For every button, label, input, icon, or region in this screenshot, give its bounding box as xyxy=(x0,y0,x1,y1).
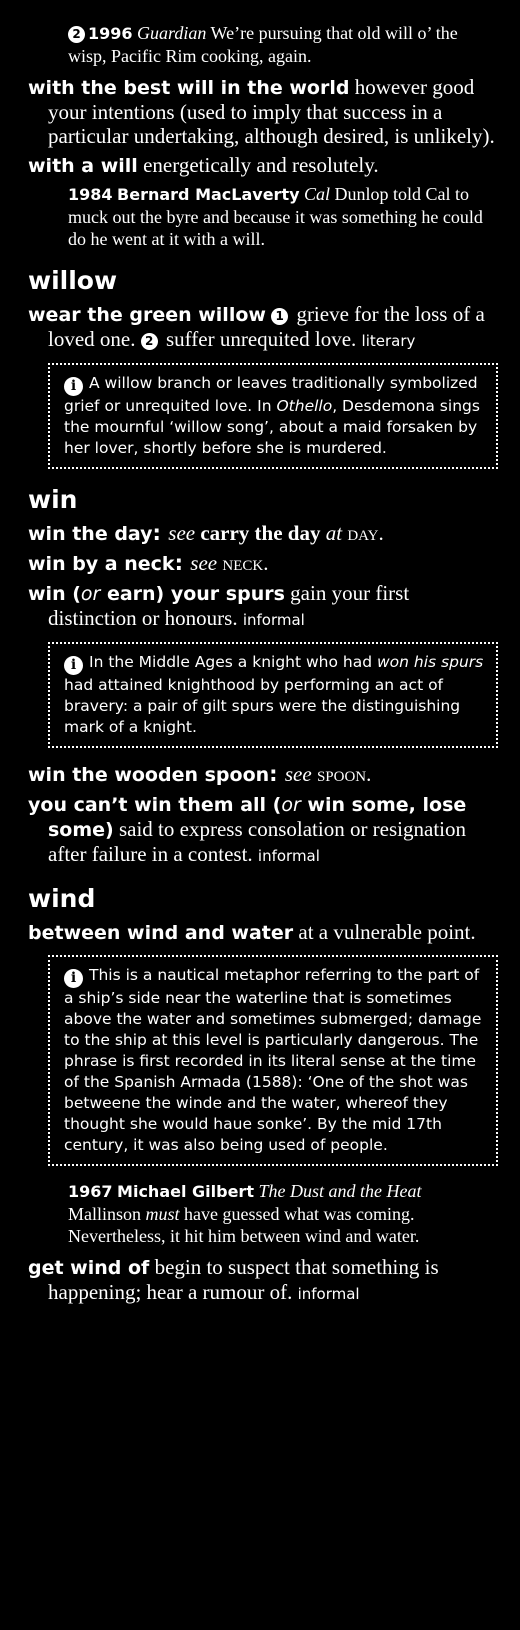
quote-source-title: Cal xyxy=(304,184,331,204)
register-label: informal xyxy=(257,847,320,865)
info-icon: i xyxy=(64,377,83,396)
idiom-entry: win by a neck: see neck. xyxy=(28,551,269,575)
info-icon: i xyxy=(64,969,83,988)
idiom-phrase: wear the green willow xyxy=(28,304,266,326)
idiom-phrase: with the best will in the world xyxy=(28,77,350,99)
idiom-phrase: win (or earn) your spurs xyxy=(28,583,285,605)
see-label: see xyxy=(284,762,312,786)
quotation: 1984 Bernard MacLaverty Cal Dunlop told … xyxy=(68,183,498,250)
info-box: i In the Middle Ages a knight who had won… xyxy=(48,642,498,748)
quote-text: Mallinson xyxy=(68,1204,146,1224)
cross-reference-link[interactable]: neck xyxy=(222,551,263,575)
sense-number-icon: 1 xyxy=(271,308,289,325)
quote-author: Bernard MacLaverty xyxy=(117,185,300,204)
quote-source-title: The Dust and the Heat xyxy=(258,1181,422,1201)
idiom-entry: with the best will in the world however … xyxy=(28,75,498,148)
info-text: had attained knighthood by performing an… xyxy=(64,676,461,736)
quote-year: 1967 xyxy=(68,1182,113,1201)
quote-year: 1984 xyxy=(68,185,113,204)
idiom-phrase: between wind and water xyxy=(28,922,294,944)
sense-number-icon: 2 xyxy=(140,333,158,350)
idiom-entry: you can’t win them all (or win some, los… xyxy=(28,792,498,868)
idiom-entry: get wind of begin to suspect that someth… xyxy=(28,1255,498,1306)
idiom-entry: win the wooden spoon: see spoon. xyxy=(28,762,372,786)
quote-text-italic: must xyxy=(145,1204,180,1224)
dictionary-page: 2 1996 Guardian We’re pursuing that old w… xyxy=(0,0,520,1630)
info-text: This is a nautical metaphor referring to… xyxy=(64,966,482,1154)
idiom-entry: wear the green willow 1 grieve for the l… xyxy=(28,302,498,353)
info-icon: i xyxy=(64,656,83,675)
info-box: iA willow branch or leaves traditionally… xyxy=(48,363,498,469)
idiom-phrase: with a will xyxy=(28,155,138,177)
info-text-italic: won his spurs xyxy=(377,653,484,671)
cross-reference-link[interactable]: spoon xyxy=(317,762,366,786)
idiom-definition: energetically and resolutely. xyxy=(137,153,379,177)
idiom-entry: with a will energetically and resolutely… xyxy=(28,153,498,178)
quote-author: Michael Gilbert xyxy=(117,1182,254,1201)
idiom-phrase: win the wooden spoon xyxy=(28,764,270,786)
register-label: literary xyxy=(361,332,416,350)
idiom-definition: at a vulnerable point. xyxy=(293,920,476,944)
idiom-phrase: win by a neck xyxy=(28,553,175,575)
cross-reference-phrase: carry the day xyxy=(200,521,321,545)
headword: win xyxy=(28,485,78,514)
sense-number-icon: 2 xyxy=(68,26,85,43)
register-label: informal xyxy=(242,611,305,629)
quote-year: 1996 xyxy=(88,24,133,43)
idiom-entry: win (or earn) your spurs gain your first… xyxy=(28,581,498,632)
at-label: at xyxy=(325,521,343,545)
register-label: informal xyxy=(297,1285,360,1303)
quote-source-title: Guardian xyxy=(137,23,207,43)
info-box: i This is a nautical metaphor referring t… xyxy=(48,955,498,1166)
idiom-definition: suffer unrequited love. xyxy=(160,327,362,351)
see-label: see xyxy=(190,551,218,575)
idiom-entry: win the day: see carry the day at day. xyxy=(28,521,384,545)
cross-reference-link[interactable]: day xyxy=(347,521,378,545)
info-text: In the Middle Ages a knight who had xyxy=(89,653,377,671)
info-text-italic: Othello xyxy=(276,397,333,415)
headword: willow xyxy=(28,266,118,295)
idiom-phrase: win the day xyxy=(28,523,153,545)
idiom-entry: between wind and water at a vulnerable p… xyxy=(28,920,498,945)
quotation: 2 1996 Guardian We’re pursuing that old w… xyxy=(68,22,498,67)
headword: wind xyxy=(28,884,96,913)
see-label: see xyxy=(168,521,196,545)
quotation: 1967 Michael Gilbert The Dust and the He… xyxy=(68,1180,498,1247)
idiom-phrase: get wind of xyxy=(28,1257,150,1279)
